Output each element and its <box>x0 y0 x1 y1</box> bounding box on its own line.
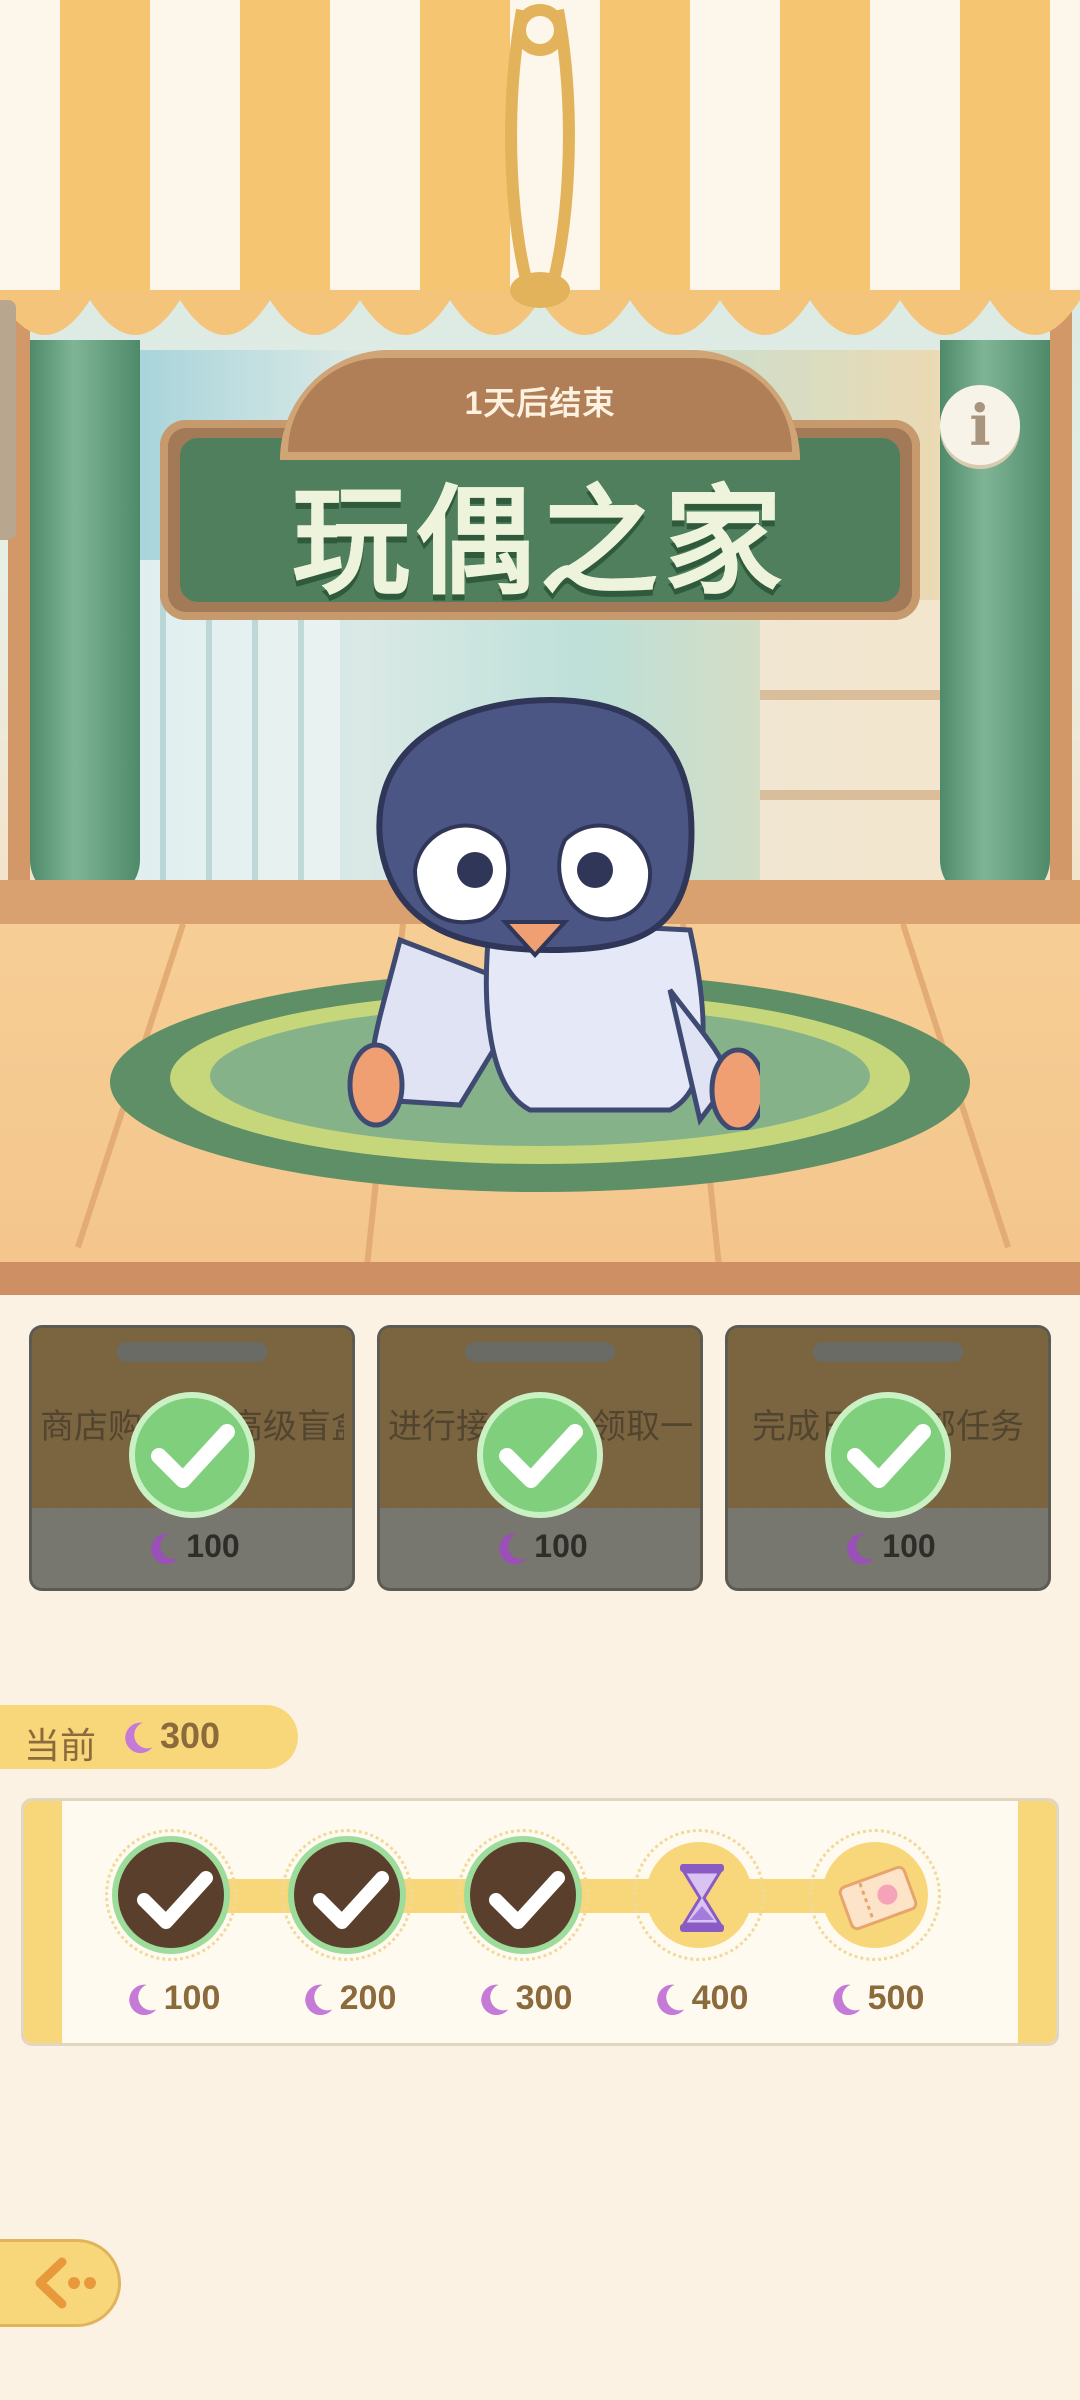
milestone-value: 100 <box>163 1979 221 2017</box>
moon-icon <box>499 1533 527 1564</box>
task-card-tab <box>813 1342 963 1362</box>
completed-check-icon <box>129 1392 255 1518</box>
right-post <box>1050 300 1072 900</box>
current-value: 300 <box>118 1715 220 1757</box>
moon-icon <box>656 1984 684 2016</box>
moon-icon <box>125 1723 153 1754</box>
task-reward-amount: 100 <box>186 1528 240 1564</box>
milestone-value: 200 <box>339 1979 397 2017</box>
current-label: 当前 <box>24 1725 97 1766</box>
milestone-node[interactable] <box>809 1829 941 1961</box>
milestone-value: 500 <box>867 1979 925 2017</box>
completed-check-icon <box>825 1392 951 1518</box>
track-cap-left <box>24 1801 62 2043</box>
task-card[interactable]: 完成日常全部任务 100 <box>728 1328 1048 1588</box>
milestone-label: 400 <box>619 1979 779 2019</box>
sign-hanging-rope <box>505 4 575 308</box>
info-button[interactable]: i <box>940 385 1020 465</box>
milestone-label: 100 <box>91 1979 251 2019</box>
task-reward-amount: 100 <box>882 1528 936 1564</box>
task-card[interactable]: 进行接力活动领取一次 100 <box>380 1328 700 1588</box>
task-reward-amount: 100 <box>534 1528 588 1564</box>
milestone-node[interactable] <box>105 1829 237 1961</box>
ticket-icon <box>838 1865 918 1931</box>
floor-edge <box>0 1262 1080 1295</box>
completed-check-icon <box>477 1392 603 1518</box>
event-title: 玩偶之家 <box>291 477 788 609</box>
milestone-value: 400 <box>691 1979 749 2017</box>
event-timer: 1天后结束 <box>464 385 616 421</box>
task-reward: 100 <box>380 1528 700 1568</box>
moon-icon <box>480 1984 508 2016</box>
milestone-node[interactable] <box>457 1829 589 1961</box>
check-icon <box>137 1871 213 1929</box>
milestone-label: 300 <box>443 1979 603 2019</box>
event-title-sign: 1天后结束 玩偶之家 <box>160 350 920 620</box>
back-arrow-icon <box>35 2257 96 2309</box>
track-cap-right <box>1018 1801 1056 2043</box>
check-icon <box>313 1871 389 1929</box>
left-curtain <box>30 340 140 900</box>
milestone-track: 100 200 300 400 500 <box>24 1801 1056 2043</box>
moon-icon <box>128 1984 156 2016</box>
penguin-plush <box>347 696 760 1130</box>
task-card-tab <box>465 1342 615 1362</box>
side-drawer-handle[interactable] <box>0 300 16 540</box>
current-amount: 300 <box>160 1715 221 1756</box>
task-card[interactable]: 商店购买3次高级盲盒兑换券 100 <box>32 1328 352 1588</box>
back-button[interactable] <box>0 2242 118 2324</box>
info-icon: i <box>969 393 991 459</box>
task-card-tab <box>117 1342 267 1362</box>
milestone-label: 500 <box>795 1979 955 2019</box>
check-icon <box>489 1871 565 1929</box>
current-points-pill: 当前 300 <box>0 1705 298 1769</box>
milestone-node[interactable] <box>281 1829 413 1961</box>
moon-icon <box>151 1533 179 1564</box>
task-reward: 100 <box>32 1528 352 1568</box>
milestone-label: 200 <box>267 1979 427 2019</box>
milestone-node[interactable] <box>633 1829 765 1961</box>
task-reward: 100 <box>728 1528 1048 1568</box>
event-banner-scene: 1天后结束 玩偶之家 i <box>0 0 1080 1295</box>
moon-icon <box>847 1533 875 1564</box>
hourglass-icon <box>680 1864 724 1932</box>
moon-icon <box>304 1984 332 2016</box>
milestone-value: 300 <box>515 1979 573 2017</box>
moon-icon <box>832 1984 860 2016</box>
